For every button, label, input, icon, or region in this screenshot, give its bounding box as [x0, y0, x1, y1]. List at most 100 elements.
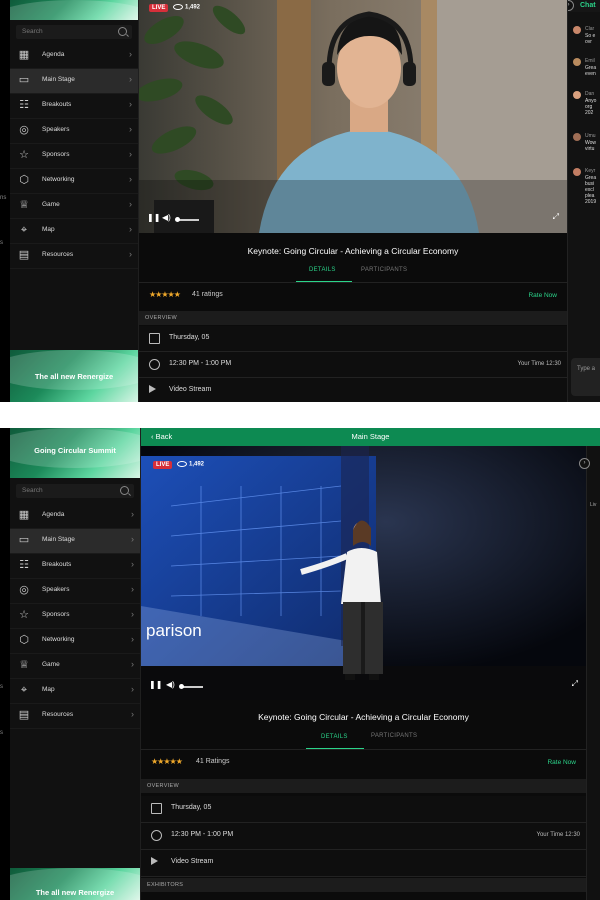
search-box[interactable]: Search [16, 25, 132, 39]
tab-details[interactable]: DETAILS [321, 734, 348, 740]
map-pin-icon: ⌖ [20, 224, 28, 236]
expand-panel-icon[interactable]: › [579, 458, 590, 469]
chevron-right-icon: › [131, 534, 134, 544]
time-row: 12:30 PM - 1:00 PM Your Time 12:30 [139, 352, 567, 378]
promo-banner-text: The all new Renergize [35, 888, 115, 897]
fullscreen-icon[interactable]: ⤢ [553, 212, 559, 222]
date-row: Thursday, 05 [141, 796, 586, 823]
sidebar-item-speakers[interactable]: ◎ Speakers › [10, 579, 140, 604]
promo-banner[interactable]: The all new Renergize [10, 350, 138, 402]
session-title: Keynote: Going Circular - Achieving a Ci… [247, 246, 459, 256]
video-player[interactable]: LIVE 1,492 ❚❚ ◀) ⤢ [139, 0, 567, 233]
avatar [573, 58, 581, 66]
event-banner: Going Circular Summit [10, 428, 140, 478]
sidebar-item-label: Breakouts [42, 561, 72, 568]
chevron-right-icon: › [131, 684, 134, 694]
sidebar-item-speakers[interactable]: ◎ Speakers › [10, 119, 138, 144]
trophy-icon: ♕ [19, 199, 29, 211]
viewer-count: 1,492 [177, 461, 204, 468]
video-frame-presenter: parison [141, 446, 586, 700]
sidebar-item-label: Game [42, 661, 60, 668]
document-icon: ▤ [18, 709, 30, 721]
search-input[interactable]: Search [22, 487, 43, 494]
chevron-right-icon: › [131, 559, 134, 569]
group-icon: ☷ [19, 559, 29, 571]
star-icon: ☆ [19, 609, 29, 621]
tab-participants[interactable]: PARTICIPANTS [361, 267, 407, 273]
sidebar-item-map[interactable]: ⌖ Map › [10, 219, 138, 244]
tab-details[interactable]: DETAILS [309, 267, 336, 273]
rate-now-link[interactable]: Rate Now [547, 759, 576, 766]
sidebar-nav: ▦ Agenda › ▭ Main Stage › ☷ Breakouts › ◎ Speak… [10, 44, 138, 269]
sidebar-item-breakouts[interactable]: ☷ Breakouts › [10, 554, 140, 579]
sidebar-item-map[interactable]: ⌖ Map › [10, 679, 140, 704]
sidebar-item-main-stage[interactable]: ▭ Main Stage › [10, 529, 140, 554]
tab-participants[interactable]: PARTICIPANTS [371, 733, 417, 739]
time-row: 12:30 PM - 1:00 PM Your Time 12:30 [141, 823, 586, 850]
promo-banner-text: The all new Renergize [34, 372, 114, 381]
chevron-right-icon: › [131, 609, 134, 619]
promo-banner[interactable]: The all new Renergize [10, 868, 140, 900]
sidebar-item-sponsors[interactable]: ☆ Sponsors › [10, 144, 138, 169]
sidebar-item-label: Speakers [42, 586, 70, 593]
pause-icon[interactable]: ❚❚ [147, 213, 160, 222]
chevron-right-icon: › [131, 709, 134, 719]
sidebar-item-label: Game [42, 201, 60, 208]
eye-icon [173, 4, 183, 10]
pause-icon[interactable]: ❚❚ [149, 680, 162, 689]
local-time: Your Time 12:30 [517, 361, 561, 367]
avatar [573, 168, 581, 176]
session-tabs: DETAILS PARTICIPANTS [139, 265, 567, 282]
sidebar-item-game[interactable]: ♕ Game › [10, 654, 140, 679]
search-box[interactable]: Search [16, 484, 134, 498]
sidebar-item-game[interactable]: ♕ Game › [10, 194, 138, 219]
sidebar-item-resources[interactable]: ▤ Resources › [10, 704, 140, 729]
sidebar-item-sponsors[interactable]: ☆ Sponsors › [10, 604, 140, 629]
sidebar-item-label: Sponsors [42, 611, 70, 618]
session-tabs: DETAILS PARTICIPANTS [141, 731, 586, 749]
chevron-right-icon: › [129, 99, 132, 109]
sidebar-item-label: Agenda [42, 511, 65, 518]
sidebar-item-main-stage[interactable]: ▭ Main Stage › [10, 69, 138, 94]
volume-icon[interactable]: ◀) [166, 680, 175, 689]
chevron-right-icon: › [129, 174, 132, 184]
avatar [573, 133, 581, 141]
rating-stars: ★★★★★ [151, 757, 183, 766]
search-icon [118, 27, 127, 36]
chevron-right-icon: › [129, 249, 132, 259]
local-time: Your Time 12:30 [536, 832, 580, 838]
play-icon [149, 385, 156, 396]
volume-slider[interactable] [175, 217, 199, 222]
video-camera-icon: ▭ [18, 534, 30, 546]
top-bar: ‹ Back Main Stage [141, 428, 600, 446]
sidebar-item-agenda[interactable]: ▦ Agenda › [10, 44, 138, 69]
main-content: LIVE 1,492 ❚❚ ◀) ⤢ Keynote: Going Circul… [139, 0, 567, 402]
sidebar-item-label: Sponsors [42, 151, 70, 158]
volume-slider[interactable] [179, 684, 203, 689]
video-player[interactable]: parison LIVE 1,492 ❚❚ ◀) ⤢ [141, 446, 586, 700]
star-icon: ☆ [19, 149, 29, 161]
sidebar-item-label: Agenda [42, 51, 65, 58]
volume-icon[interactable]: ◀) [162, 213, 171, 222]
calendar-icon [149, 333, 160, 347]
chat-input[interactable]: Type a [571, 358, 600, 396]
play-icon [151, 857, 158, 868]
sidebar-item-networking[interactable]: ⬡ Networking › [10, 629, 140, 654]
fullscreen-icon[interactable]: ⤢ [572, 679, 578, 689]
sidebar-item-resources[interactable]: ▤ Resources › [10, 244, 138, 269]
sidebar: Going Circular Summit Search ▦ Agenda › ▭ M… [10, 428, 141, 900]
rate-now-link[interactable]: Rate Now [528, 292, 557, 299]
search-input[interactable]: Search [22, 28, 43, 35]
sidebar-item-label: Speakers [42, 126, 70, 133]
sidebar-item-agenda[interactable]: ▦ Agenda › [10, 504, 140, 529]
ratings-count: 41 Ratings [196, 758, 230, 765]
chevron-right-icon: › [129, 124, 132, 134]
sidebar-item-networking[interactable]: ⬡ Networking › [10, 169, 138, 194]
calendar-icon: ▦ [18, 49, 30, 61]
rating-stars: ★★★★★ [149, 290, 181, 299]
chevron-right-icon: › [131, 634, 134, 644]
chat-title: Chat [580, 2, 596, 9]
sidebar-item-breakouts[interactable]: ☷ Breakouts › [10, 94, 138, 119]
date-row: Thursday, 05 [139, 326, 567, 352]
trophy-icon: ♕ [19, 659, 29, 671]
